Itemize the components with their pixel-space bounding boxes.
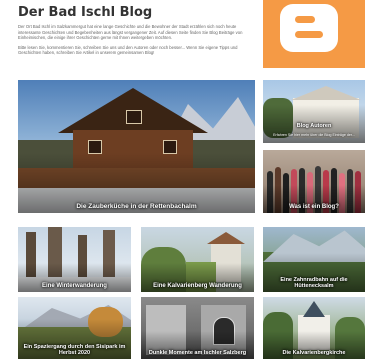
blogger-logo-icon (280, 4, 338, 52)
tile-dunkle-momente[interactable]: Dunkle Momente am Ischler Salzberg (141, 297, 254, 359)
tile-title: Blog Autoren (296, 123, 332, 129)
tile-kalvarienberg-wanderung[interactable]: Eine Kalvarienberg Wanderung (141, 227, 254, 292)
blogger-logo[interactable] (263, 0, 365, 68)
tile-title: Eine Kalvarienberg Wanderung (153, 283, 242, 289)
tile-title: Eine Winterwanderung (42, 283, 107, 289)
intro-paragraph-1: Der Ort Bad Ischl im Salzkammergut hat e… (18, 24, 243, 41)
page-title: Der Bad Ischl Blog (18, 5, 153, 20)
tile-title: Die Zauberküche in der Rettenbachalm (76, 203, 197, 210)
intro-text: Der Ort Bad Ischl im Salzkammergut hat e… (18, 24, 253, 60)
tile-subtitle: Erfahren Sie hier mehr über die Blog Ein… (273, 133, 355, 137)
tile-spaziergang-sisipark[interactable]: Ein Spaziergang durch den Sisipark im He… (18, 297, 131, 359)
tile-title: Ein Spaziergang durch den Sisipark im He… (23, 344, 126, 356)
tile-zahnradbahn[interactable]: Eine Zahnradbahn auf die Hüttenecksalm (263, 227, 365, 292)
intro-paragraph-2: Bitte lesen Sie, kommentieren Sie, schre… (18, 44, 238, 56)
tile-kalvarienbergkirche[interactable]: Die Kalvarienbergkirche (263, 297, 365, 359)
tile-title: Was ist ein Blog? (289, 204, 339, 210)
tile-winterwanderung[interactable]: Eine Winterwanderung (18, 227, 131, 292)
tile-title: Eine Zahnradbahn auf die Hüttenecksalm (280, 277, 348, 289)
tile-was-ist-ein-blog[interactable]: Was ist ein Blog? (263, 150, 365, 213)
tile-blog-autoren[interactable]: Blog Autoren Erfahren Sie hier mehr über… (263, 80, 365, 143)
tile-title: Die Kalvarienbergkirche (282, 350, 346, 356)
tile-zauberkueche[interactable]: Die Zauberküche in der Rettenbachalm (18, 80, 255, 213)
tile-title: Dunkle Momente am Ischler Salzberg (148, 350, 247, 356)
